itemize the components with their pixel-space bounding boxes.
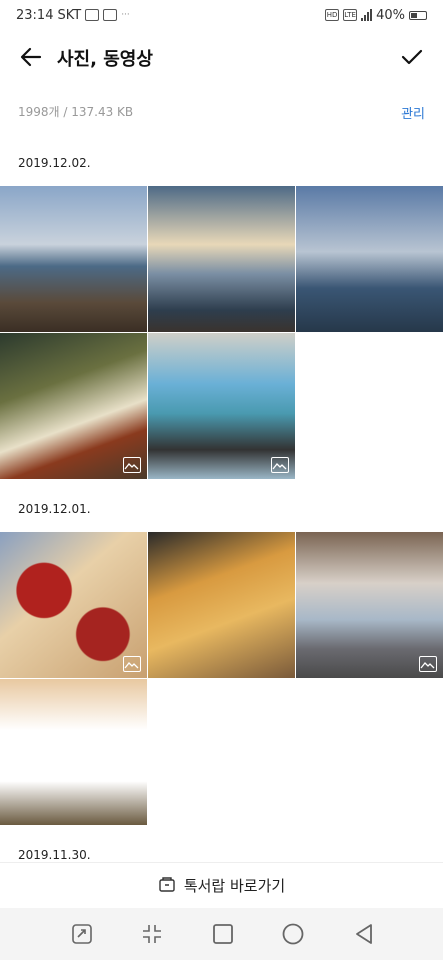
notification-icon-2 bbox=[103, 9, 118, 21]
manage-button[interactable]: 관리 bbox=[401, 103, 425, 122]
photo-thumbnail[interactable] bbox=[296, 186, 443, 332]
drawer-shortcut-label: 톡서랍 바로가기 bbox=[183, 877, 286, 895]
photo-thumbnail[interactable] bbox=[0, 532, 147, 678]
circle-icon[interactable] bbox=[281, 922, 305, 946]
photo-thumbnail[interactable] bbox=[0, 333, 147, 479]
photo-thumbnail[interactable] bbox=[0, 186, 147, 332]
back-arrow-icon[interactable] bbox=[18, 44, 44, 70]
gallery-badge-icon bbox=[123, 457, 141, 473]
check-icon[interactable] bbox=[399, 44, 425, 70]
compress-icon[interactable] bbox=[140, 922, 164, 946]
square-icon[interactable] bbox=[211, 922, 235, 946]
signal-icon bbox=[361, 9, 373, 21]
status-bar: 23:14 SKT ··· HD LTE 40% bbox=[0, 0, 443, 30]
lte-icon: LTE bbox=[343, 9, 358, 21]
notification-icon bbox=[85, 9, 100, 21]
photo-thumbnail[interactable] bbox=[148, 333, 295, 479]
photo-thumbnail[interactable] bbox=[296, 532, 443, 678]
photo-thumbnail[interactable] bbox=[148, 532, 295, 678]
app-header: 사진, 동영상 bbox=[0, 36, 443, 80]
section-date: 2019.11.30. bbox=[18, 848, 91, 862]
status-time: 23:14 bbox=[16, 7, 54, 23]
triangle-icon[interactable] bbox=[352, 922, 376, 946]
drawer-icon bbox=[158, 875, 176, 897]
gallery-badge-icon bbox=[419, 656, 437, 672]
section-date: 2019.12.01. bbox=[18, 502, 91, 516]
battery-icon bbox=[409, 10, 427, 20]
gallery-badge-icon bbox=[123, 656, 141, 672]
photo-thumbnail[interactable] bbox=[148, 186, 295, 332]
battery-percent: 40% bbox=[376, 7, 405, 23]
media-summary: 1998개 / 137.43 KB bbox=[18, 105, 134, 119]
section-date: 2019.12.02. bbox=[18, 156, 91, 170]
drawer-shortcut-button[interactable]: 톡서랍 바로가기 bbox=[0, 862, 443, 908]
photo-thumbnail[interactable] bbox=[0, 679, 147, 825]
rotate-icon[interactable] bbox=[70, 922, 94, 946]
page-title: 사진, 동영상 bbox=[57, 49, 153, 70]
status-carrier: SKT bbox=[57, 7, 82, 23]
system-nav-bar bbox=[0, 908, 443, 960]
gallery-badge-icon bbox=[271, 457, 289, 473]
status-dots: ··· bbox=[121, 10, 130, 20]
hd-voice-icon: HD bbox=[325, 9, 340, 21]
